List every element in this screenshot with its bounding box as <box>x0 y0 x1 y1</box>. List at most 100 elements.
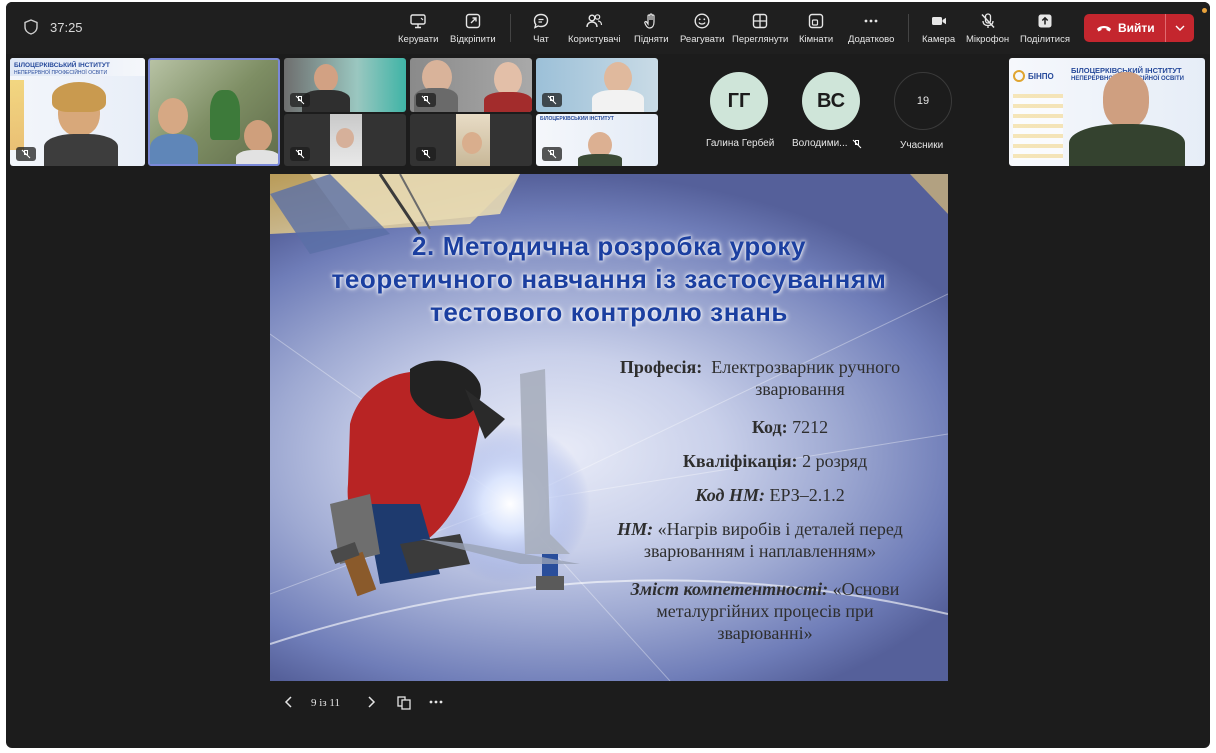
logo-text: БІНПО <box>1028 71 1054 81</box>
raise-hand-icon <box>644 13 655 29</box>
participant-face <box>462 132 482 154</box>
notification-dot <box>1202 8 1207 13</box>
code-label: Код: <box>751 417 788 437</box>
avatar-initials: ГГ <box>727 89 751 112</box>
mic-off-icon <box>421 149 431 159</box>
participant-name-text: Галина Гербей <box>706 138 775 149</box>
participant-body <box>484 92 532 112</box>
nm-code-value: ЕРЗ–2.1.2 <box>769 485 845 505</box>
welder-illustration <box>330 360 580 597</box>
grid-view-icon <box>752 13 768 29</box>
nm-value-cont: зварюванням і наплавленням» <box>643 541 877 561</box>
leave-options-toggle[interactable] <box>1166 14 1194 42</box>
competence-block: Зміст компетентності: «Основи металургій… <box>590 578 940 644</box>
muted-indicator <box>290 147 310 161</box>
slide-title: 2. Методична розробка уроку теоретичного… <box>280 230 938 329</box>
chevron-right-icon <box>368 696 376 708</box>
prev-slide-button[interactable] <box>284 695 294 712</box>
video-tile[interactable]: БІНПО БІЛОЦЕРКІВСЬКИЙ ІНСТИТУТ НЕПЕРЕРВН… <box>1009 58 1205 166</box>
slide-title-line: 2. Методична розробка уроку <box>412 231 806 261</box>
participants-count: 19 <box>916 95 930 107</box>
react-button[interactable]: Реагувати <box>680 12 724 45</box>
more-icon <box>864 19 878 23</box>
video-tile[interactable] <box>284 58 406 112</box>
mic-off-icon <box>852 139 861 148</box>
banner-decoration <box>10 80 24 150</box>
pop-out-button[interactable]: Відкріпити <box>450 12 496 45</box>
chevron-left-icon <box>284 696 292 708</box>
avatar[interactable]: ГГ <box>710 72 768 130</box>
logo-icon <box>1013 70 1025 82</box>
react-label: Реагувати <box>680 34 725 45</box>
banner-text: БІЛОЦЕРКІВСЬКИЙ ІНСТИТУТ <box>14 62 110 69</box>
share-button[interactable]: Поділитися <box>1020 12 1070 45</box>
competence-value: «Основи <box>832 579 900 599</box>
pop-out-icon <box>465 13 481 29</box>
video-tile[interactable] <box>284 114 406 166</box>
view-button[interactable]: Переглянути <box>732 12 788 45</box>
video-tile[interactable]: БІЛОЦЕРКІВСЬКИЙ ІНСТИТУТ НЕПЕРЕРВНОЇ ПРО… <box>10 58 145 166</box>
camera-icon <box>931 17 946 25</box>
meeting-timer: 37:25 <box>24 19 83 35</box>
toolbar-divider <box>510 14 511 42</box>
participants-label: Користувачі <box>568 34 621 45</box>
participants-button[interactable]: Користувачі <box>568 12 620 45</box>
share-screen-icon <box>410 14 426 29</box>
video-tile[interactable] <box>410 114 532 166</box>
participant-body <box>578 154 622 166</box>
mic-off-icon <box>21 149 31 159</box>
slide-title-line: теоретичного навчання із застосуванням <box>331 264 887 294</box>
slide-more-button[interactable] <box>428 695 444 712</box>
view-label: Переглянути <box>732 34 789 45</box>
banner-text: БІЛОЦЕРКІВСЬКИЙ ІНСТИТУТ <box>540 116 614 122</box>
participant-body <box>236 150 278 164</box>
participants-count-button[interactable]: 19 <box>894 72 952 130</box>
nm-code-block: Код НМ: ЕРЗ–2.1.2 <box>650 484 890 506</box>
more-button[interactable]: Додатково <box>848 12 894 45</box>
nm-code-label: Код НМ: <box>695 485 765 505</box>
camera-button[interactable]: Камера <box>922 12 955 45</box>
nm-value: «Нагрів виробів і деталей перед <box>657 519 903 539</box>
chat-icon <box>533 13 549 29</box>
leave-meeting-button[interactable]: Вийти <box>1084 14 1194 42</box>
avatar[interactable]: ВС <box>802 72 860 130</box>
next-slide-button[interactable] <box>366 695 376 712</box>
people-icon <box>586 14 603 28</box>
video-tile[interactable] <box>536 58 658 112</box>
raise-hand-button[interactable]: Підняти <box>634 12 669 45</box>
share-label: Поділитися <box>1020 34 1070 45</box>
more-label: Додатково <box>848 34 895 45</box>
camera-label: Камера <box>922 34 956 45</box>
control-button[interactable]: Керувати <box>398 12 438 45</box>
qualification-block: Кваліфікація: 2 розряд <box>630 450 920 472</box>
video-tile[interactable] <box>410 58 532 112</box>
rooms-button[interactable]: Кімнати <box>799 12 833 45</box>
leave-main[interactable]: Вийти <box>1084 14 1166 42</box>
competence-value-cont: металургійних процесів при <box>656 601 874 621</box>
qualification-value: 2 розряд <box>802 451 868 471</box>
chat-button[interactable]: Чат <box>532 12 550 45</box>
rooms-icon <box>808 13 824 29</box>
competence-label: Зміст компетентності: <box>630 579 829 599</box>
shield-icon <box>24 19 38 35</box>
participant-face <box>336 128 354 148</box>
chat-label: Чат <box>533 34 549 45</box>
participants-count-text: Учасники <box>900 140 944 151</box>
muted-indicator <box>290 93 310 107</box>
more-icon <box>429 700 443 704</box>
profession-label: Професія: <box>619 357 703 377</box>
slide-overview-button[interactable] <box>396 695 412 714</box>
muted-indicator <box>16 147 36 161</box>
competence-value-cont: зварюванні» <box>717 623 813 643</box>
profession-block: Професія: Електрозварник ручного зварюва… <box>590 356 930 400</box>
microphone-button[interactable]: Мікрофон <box>966 12 1009 45</box>
active-speaker-tile[interactable] <box>148 58 280 166</box>
participant-name: Галина Гербей <box>706 138 774 149</box>
video-tile[interactable]: БІЛОЦЕРКІВСЬКИЙ ІНСТИТУТ <box>536 114 658 166</box>
mic-off-icon <box>547 95 557 105</box>
participant-body <box>592 90 644 112</box>
profession-value-cont: зварювання <box>755 379 845 399</box>
profession-value: Електрозварник ручного <box>711 357 901 377</box>
presentation-slide: 2. Методична розробка уроку теоретичного… <box>270 174 948 681</box>
muted-indicator <box>416 147 436 161</box>
